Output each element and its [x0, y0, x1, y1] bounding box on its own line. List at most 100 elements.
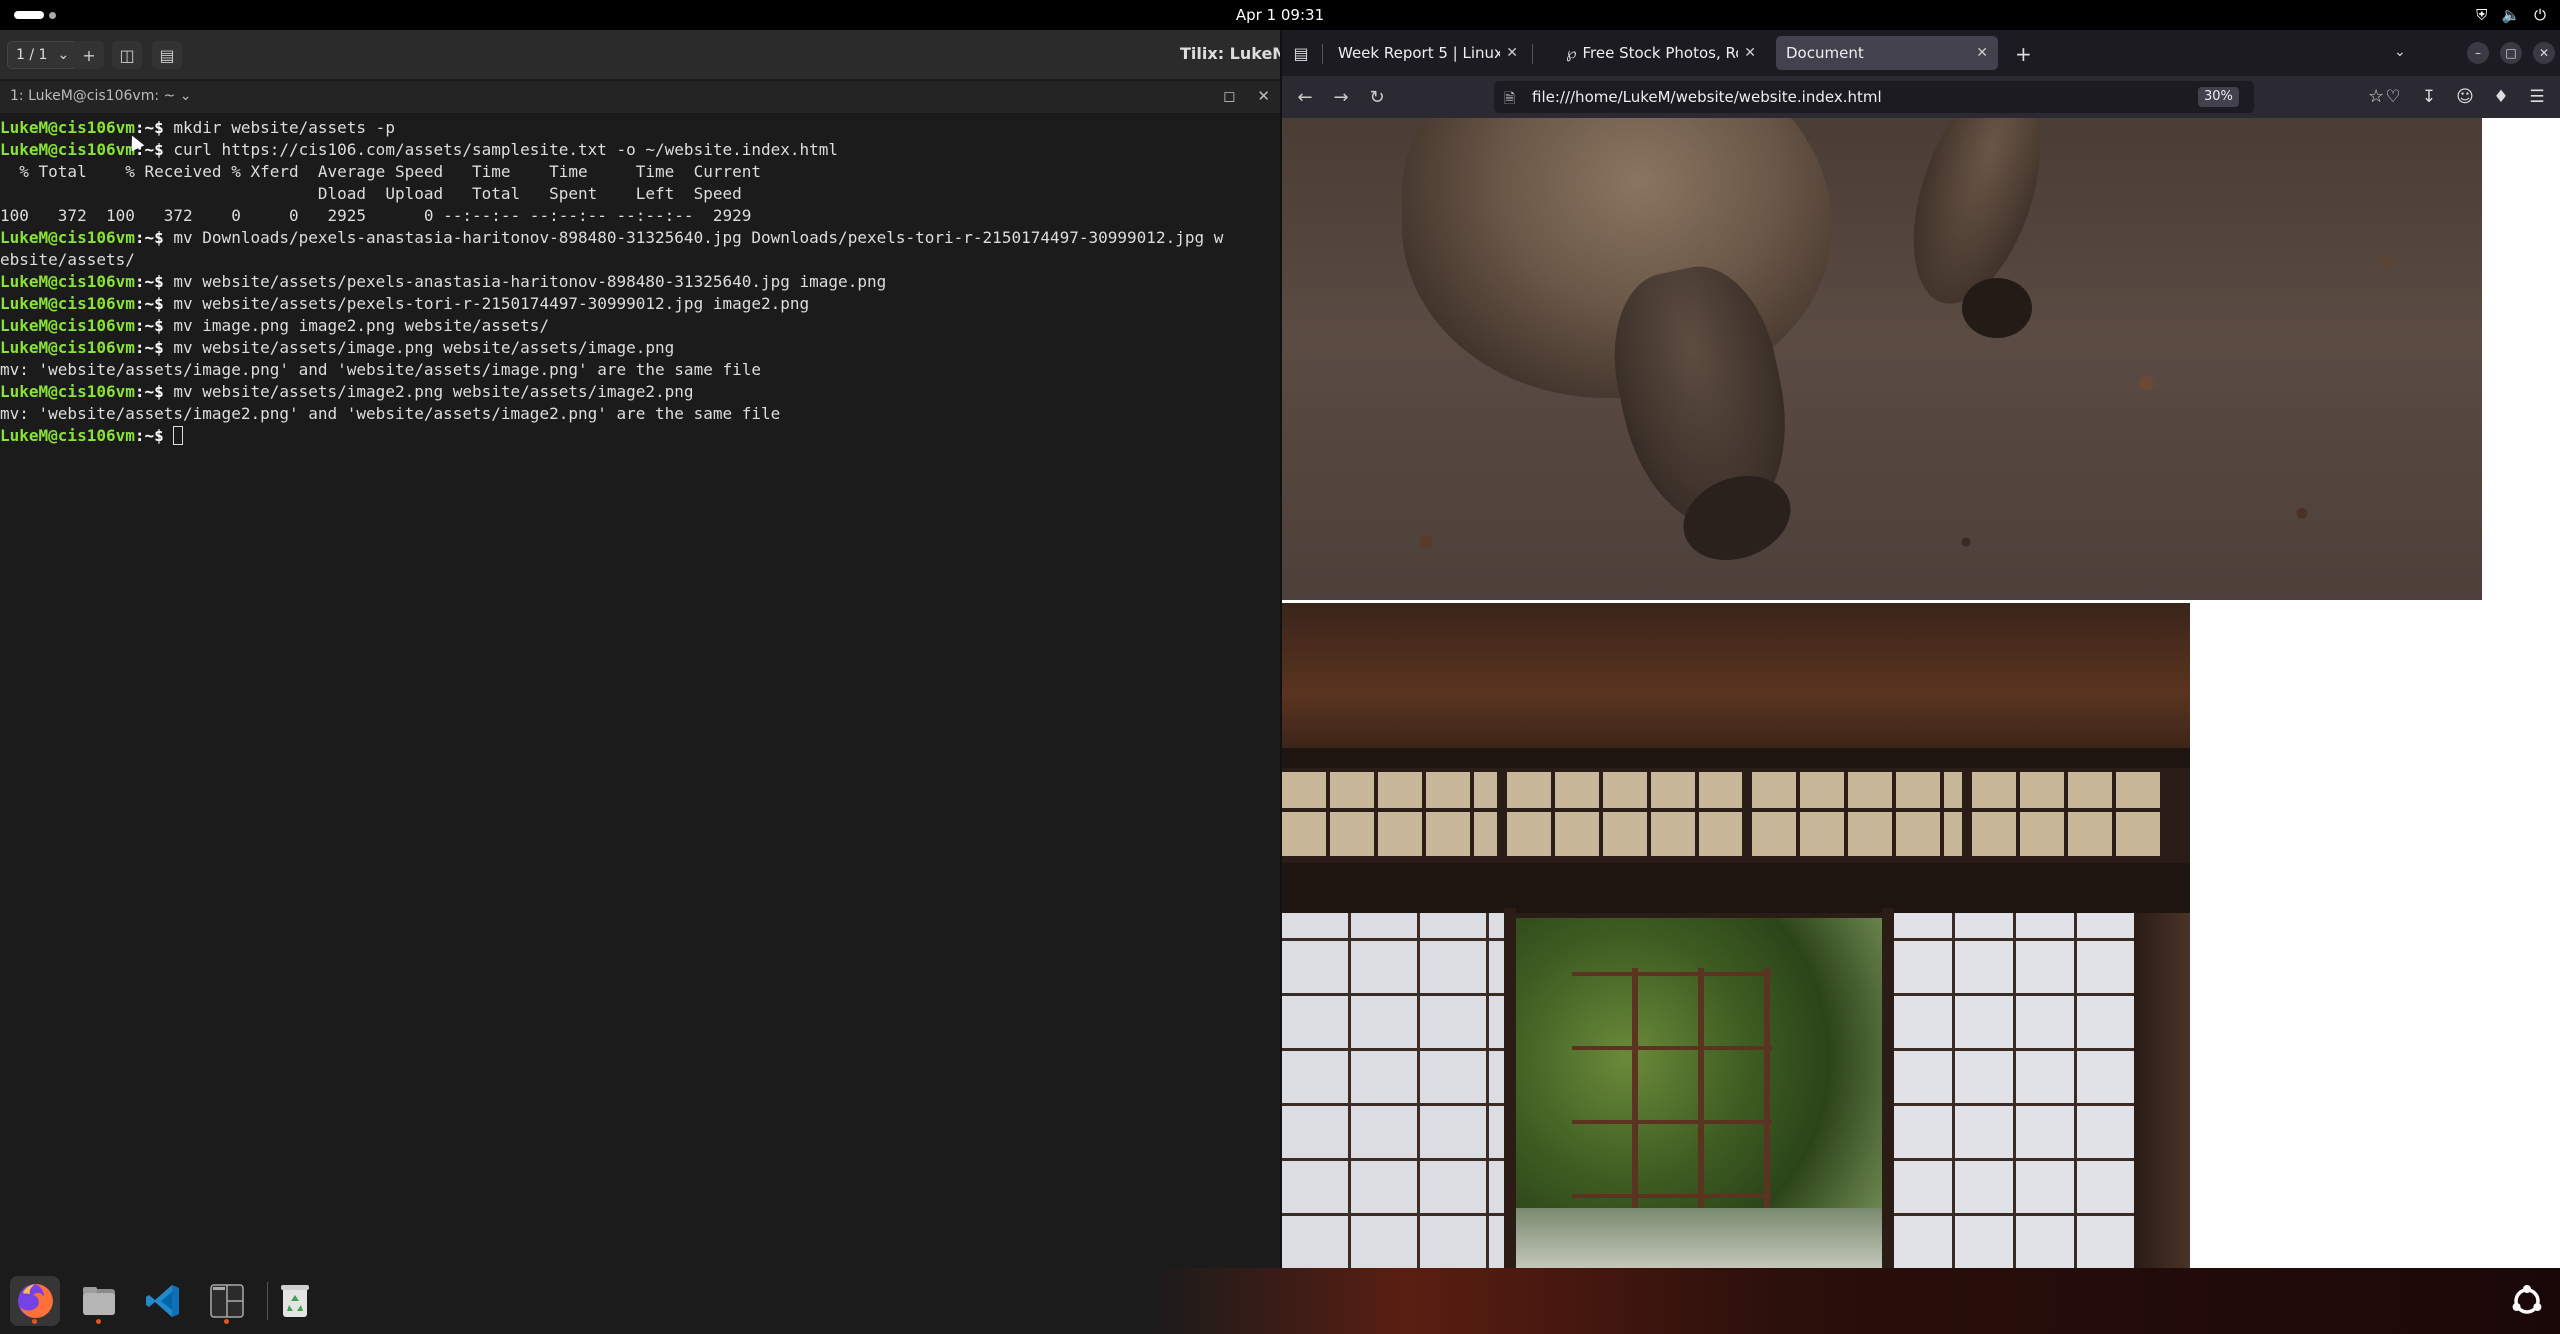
tilix-window-title: Tilix: LukeM: [1180, 44, 1280, 63]
tab-document[interactable]: Document ✕: [1776, 36, 1998, 70]
chevron-down-icon: ⌄: [179, 88, 192, 104]
terminal-titlebar: 1: LukeM@cis106vm: ~ ⌄ ◻ ✕: [0, 81, 1280, 113]
shell-prompt: LukeM@cis106vm: [0, 316, 135, 335]
vscode-icon: [146, 1285, 179, 1317]
command-text: mv website/assets/image.png website/asse…: [173, 338, 675, 357]
reload-icon: ↻: [1369, 86, 1385, 108]
shell-prompt: LukeM@cis106vm: [0, 338, 135, 357]
maximize-button[interactable]: □: [2500, 42, 2522, 64]
firefox-view-button[interactable]: ▤: [1290, 42, 1312, 64]
menu-icon[interactable]: ☰: [2526, 86, 2548, 108]
split-down-button[interactable]: ▤: [152, 41, 182, 69]
terminal-line: LukeM@cis106vm:~$ mkdir website/assets -…: [0, 117, 1280, 139]
output-text: ebsite/assets/: [0, 250, 135, 269]
close-tab-icon[interactable]: ✕: [1506, 45, 1518, 61]
forward-button[interactable]: →: [1330, 86, 1352, 108]
session-switcher-button[interactable]: 1 / 1 ⌄: [7, 41, 79, 69]
raccoon-paw: [1962, 278, 2032, 338]
tab-label: Free Stock Photos, Royalt: [1582, 44, 1738, 62]
minimize-button[interactable]: –: [2467, 42, 2489, 64]
downloads-icon[interactable]: ↧: [2418, 86, 2440, 108]
firefox-icon: [18, 1283, 53, 1318]
close-button[interactable]: ✕: [2533, 42, 2555, 64]
power-icon: ⏻: [2534, 6, 2546, 24]
transom-window: [1507, 768, 1742, 860]
add-session-button[interactable]: +: [74, 41, 104, 69]
raccoon-photo: [1282, 118, 2482, 600]
trash-icon: [281, 1285, 309, 1317]
arrow-left-icon: ←: [1297, 86, 1313, 108]
transom-window: [1972, 768, 2162, 860]
lintel-beam: [1282, 863, 2190, 913]
split-vertical-icon: ▤: [159, 45, 175, 65]
transom-window: [1752, 768, 1962, 860]
command-text: mv image.png image2.png website/assets/: [173, 316, 550, 335]
close-tab-icon[interactable]: ✕: [1744, 45, 1756, 61]
list-all-tabs-button[interactable]: ⌄: [2394, 44, 2406, 60]
show-apps-button[interactable]: [2510, 1284, 2544, 1318]
command-text: mv website/assets/pexels-tori-r-21501744…: [173, 294, 810, 313]
back-button[interactable]: ←: [1294, 86, 1316, 108]
maximize-icon: □: [2505, 46, 2517, 60]
transom-window: [1282, 768, 1497, 860]
minimize-icon: –: [2475, 46, 2481, 60]
close-terminal-button[interactable]: ✕: [1257, 87, 1270, 105]
split-right-button[interactable]: ◫: [112, 41, 142, 69]
running-indicator: [224, 1319, 229, 1324]
extensions-icon[interactable]: ♦: [2490, 86, 2512, 108]
terminal-line: LukeM@cis106vm:~$ mv website/assets/pexe…: [0, 293, 1280, 315]
output-text: % Total % Received % Xferd Average Speed…: [0, 162, 761, 181]
tab-free-stock-photos[interactable]: ℘ Free Stock Photos, Royalt ✕: [1556, 36, 1766, 70]
prompt-path: :~$: [134, 294, 174, 313]
ceiling-beam: [1282, 748, 2190, 768]
terminal-cursor: [173, 426, 184, 445]
wall-pillar: [2134, 913, 2190, 1268]
terminal-output[interactable]: LukeM@cis106vm:~$ mkdir website/assets -…: [0, 114, 1280, 1264]
zoom-level-button[interactable]: 30%: [2198, 87, 2239, 107]
tilix-headerbar: 1 / 1 ⌄ + ◫ ▤ Tilix: LukeM: [0, 30, 1280, 80]
shell-prompt: LukeM@cis106vm: [0, 426, 135, 445]
shoji-screen-left: [1282, 913, 1512, 1268]
door-frame: [1882, 908, 1894, 1268]
reload-button[interactable]: ↻: [1366, 86, 1388, 108]
clock[interactable]: Apr 1 09:31: [0, 6, 2560, 24]
url-bar[interactable]: 🗎 file:///home/LukeM/website/website.ind…: [1494, 81, 2254, 113]
dock-separator: [267, 1282, 268, 1320]
dock-vscode[interactable]: [138, 1276, 188, 1326]
tab-label: Document: [1786, 44, 1864, 62]
tab-label: Week Report 5 | Linux Funda: [1338, 44, 1501, 62]
command-text: mv Downloads/pexels-anastasia-haritonov-…: [173, 228, 1224, 247]
output-text: mv: 'website/assets/image2.png' and 'web…: [0, 404, 781, 423]
shell-prompt: LukeM@cis106vm: [0, 140, 135, 159]
terminal-title-label: 1: LukeM@cis106vm: ~: [10, 88, 176, 104]
terminal-line: LukeM@cis106vm:~$ mv Downloads/pexels-an…: [0, 227, 1280, 249]
tab-week-report[interactable]: Week Report 5 | Linux Funda ✕: [1328, 36, 1528, 70]
terminal-line: LukeM@cis106vm:~$: [0, 425, 1280, 447]
dock-tilix[interactable]: [202, 1276, 252, 1326]
command-text: mv website/assets/pexels-anastasia-harit…: [173, 272, 887, 291]
maximize-terminal-button[interactable]: ◻: [1223, 87, 1235, 105]
terminal-title[interactable]: 1: LukeM@cis106vm: ~ ⌄: [10, 88, 191, 104]
shoji-screen-right: [1894, 913, 2134, 1268]
account-icon[interactable]: ☺: [2454, 86, 2476, 108]
prompt-path: :~$: [134, 338, 174, 357]
volume-icon: 🔈: [2501, 6, 2521, 24]
command-text: mv website/assets/image2.png website/ass…: [173, 382, 694, 401]
dock-trash[interactable]: [270, 1276, 320, 1326]
pocket-icon[interactable]: ♡: [2382, 86, 2404, 108]
shell-prompt: LukeM@cis106vm: [0, 382, 135, 401]
prompt-path: :~$: [134, 316, 174, 335]
terminal-line: LukeM@cis106vm:~$ curl https://cis106.co…: [0, 139, 1280, 161]
command-text: mkdir website/assets -p: [173, 118, 395, 137]
close-tab-icon[interactable]: ✕: [1976, 45, 1988, 61]
wood-ceiling: [1282, 603, 2190, 753]
dock-files[interactable]: [74, 1276, 124, 1326]
files-icon: [83, 1287, 115, 1315]
dock-firefox[interactable]: [10, 1276, 60, 1326]
pexels-icon: ℘: [1566, 44, 1577, 62]
new-tab-button[interactable]: +: [2015, 42, 2032, 66]
page-content[interactable]: [1282, 118, 2560, 1268]
system-tray[interactable]: ⛨ 🔈 ⏻: [2476, 6, 2546, 24]
command-text: curl https://cis106.com/assets/samplesit…: [173, 140, 839, 159]
network-icon: ⛨: [2476, 6, 2488, 24]
